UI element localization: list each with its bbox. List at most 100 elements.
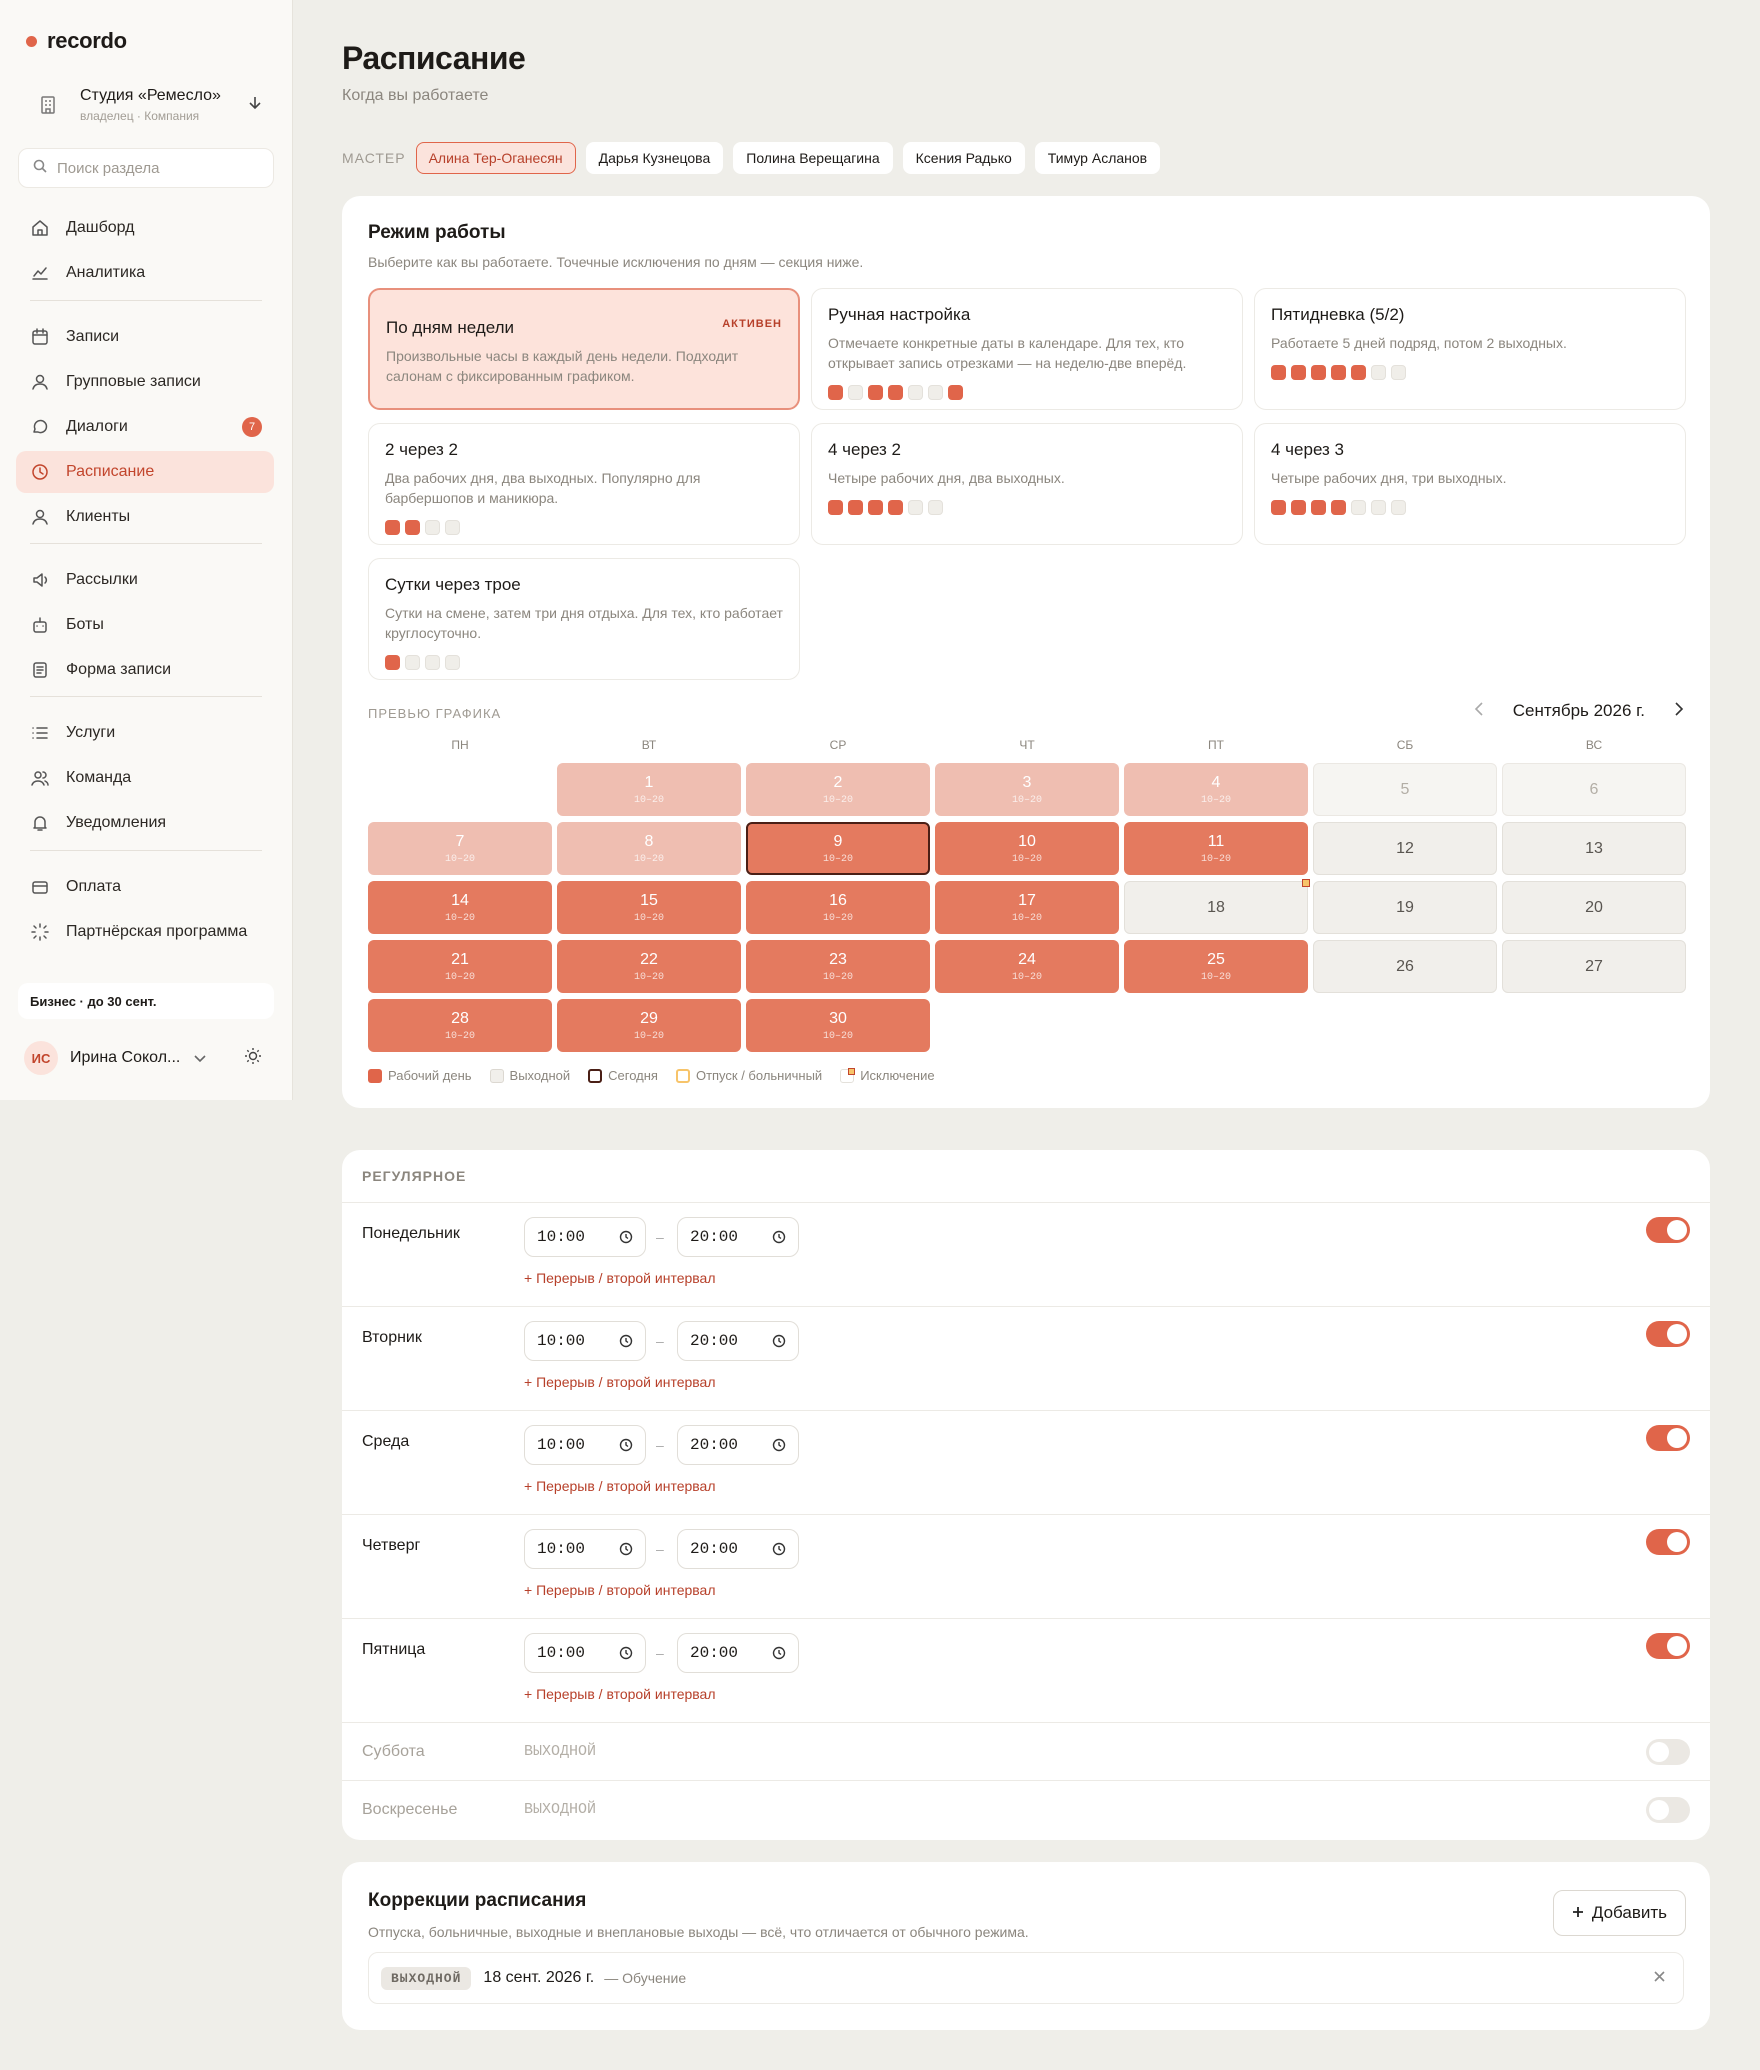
pattern-dot [908, 500, 923, 515]
day-toggle[interactable] [1646, 1425, 1690, 1451]
sidebar-item-services[interactable]: Услуги [16, 712, 274, 754]
calendar-day[interactable]: 16 10–20 [746, 881, 930, 934]
calendar-day[interactable]: 9 10–20 [746, 822, 930, 875]
calendar-day[interactable]: 29 10–20 [557, 999, 741, 1052]
calendar-day[interactable]: 19 [1313, 881, 1497, 934]
calendar-day[interactable]: 24 10–20 [935, 940, 1119, 993]
day-toggle[interactable] [1646, 1529, 1690, 1555]
calendar-day[interactable]: 26 [1313, 940, 1497, 993]
sidebar-search[interactable] [18, 148, 274, 188]
day-number: 3 [1022, 773, 1032, 791]
end-time-input[interactable]: 20:00 [677, 1321, 799, 1361]
add-break-link[interactable]: + Перерыв / второй интервал [524, 1374, 716, 1390]
calendar-day[interactable]: 20 [1502, 881, 1686, 934]
day-toggle[interactable] [1646, 1797, 1690, 1823]
day-toggle[interactable] [1646, 1321, 1690, 1347]
day-number: 20 [1585, 898, 1603, 916]
master-chip[interactable]: Дарья Кузнецова [585, 142, 724, 174]
start-time-input[interactable]: 10:00 [524, 1425, 646, 1465]
end-time-input[interactable]: 20:00 [677, 1425, 799, 1465]
add-break-link[interactable]: + Перерыв / второй интервал [524, 1478, 716, 1494]
add-break-link[interactable]: + Перерыв / второй интервал [524, 1582, 716, 1598]
day-toggle[interactable] [1646, 1217, 1690, 1243]
close-icon[interactable] [1654, 1969, 1665, 1987]
sidebar-item-clients[interactable]: Клиенты [16, 496, 274, 538]
start-time-input[interactable]: 10:00 [524, 1217, 646, 1257]
sidebar-item-dashboard[interactable]: Дашборд [16, 207, 274, 249]
sidebar-item-bots[interactable]: Боты [16, 604, 274, 646]
mode-option[interactable]: 4 через 3 Четыре рабочих дня, три выходны… [1254, 423, 1686, 545]
brand-logo[interactable]: recordo [26, 28, 127, 54]
end-time-input[interactable]: 20:00 [677, 1217, 799, 1257]
mode-option[interactable]: Пятидневка (5/2) Работаете 5 дней подряд,… [1254, 288, 1686, 410]
end-time-input[interactable]: 20:00 [677, 1633, 799, 1673]
calendar-day[interactable]: 5 [1313, 763, 1497, 816]
user-menu[interactable]: ИС Ирина Сокол... [24, 1038, 274, 1078]
mode-option[interactable]: 2 через 2 Два рабочих дня, два выходных. … [368, 423, 800, 545]
master-chip[interactable]: Ксения Радько [902, 142, 1025, 174]
sidebar-item-booking-form[interactable]: Форма записи [16, 649, 274, 691]
correction-item[interactable]: ВЫХОДНОЙ 18 сент. 2026 г. — Обучение [368, 1952, 1684, 2004]
start-time-input[interactable]: 10:00 [524, 1529, 646, 1569]
calendar-day[interactable]: 25 10–20 [1124, 940, 1308, 993]
weekday-name: Понедельник [362, 1225, 460, 1242]
next-month-icon[interactable] [1675, 700, 1684, 721]
calendar-day[interactable]: 4 10–20 [1124, 763, 1308, 816]
calendar-day[interactable]: 1 10–20 [557, 763, 741, 816]
calendar-day[interactable]: 10 10–20 [935, 822, 1119, 875]
sidebar-item-label: Оплата [66, 878, 122, 895]
add-break-link[interactable]: + Перерыв / второй интервал [524, 1270, 716, 1286]
sidebar-item-mailings[interactable]: Рассылки [16, 559, 274, 601]
calendar-day[interactable]: 22 10–20 [557, 940, 741, 993]
calendar-day[interactable]: 13 [1502, 822, 1686, 875]
calendar-day[interactable]: 28 10–20 [368, 999, 552, 1052]
sidebar-item-notifications[interactable]: Уведомления [16, 802, 274, 844]
mode-option[interactable]: 4 через 2 Четыре рабочих дня, два выходны… [811, 423, 1243, 545]
switch-arrow-icon [248, 96, 262, 115]
sidebar-item-payment[interactable]: Оплата [16, 866, 274, 908]
master-chip[interactable]: Тимур Асланов [1034, 142, 1161, 174]
sidebar-item-schedule[interactable]: Расписание [16, 451, 274, 493]
sidebar-item-team[interactable]: Команда [16, 757, 274, 799]
calendar-day[interactable]: 30 10–20 [746, 999, 930, 1052]
calendar-day[interactable]: 11 10–20 [1124, 822, 1308, 875]
sidebar-item-analytics[interactable]: Аналитика [16, 252, 274, 294]
calendar-day[interactable]: 12 [1313, 822, 1497, 875]
calendar-day[interactable]: 23 10–20 [746, 940, 930, 993]
calendar-day[interactable]: 3 10–20 [935, 763, 1119, 816]
add-correction-button[interactable]: Добавить [1552, 1890, 1686, 1936]
calendar-day[interactable]: 18 [1124, 879, 1310, 934]
calendar-day[interactable]: 15 10–20 [557, 881, 741, 934]
day-toggle[interactable] [1646, 1633, 1690, 1659]
pattern-dot [1271, 365, 1286, 380]
sidebar-item-group-records[interactable]: Групповые записи [16, 361, 274, 403]
pattern-dot [868, 500, 883, 515]
sun-icon[interactable] [244, 1047, 262, 1070]
prev-month-icon[interactable] [1474, 700, 1483, 721]
company-switcher[interactable]: Студия «Ремесло» владелец · Компания [18, 80, 274, 130]
calendar-day[interactable]: 6 [1502, 763, 1686, 816]
sidebar-item-dialogs[interactable]: Диалоги 7 [16, 406, 274, 448]
master-chip[interactable]: Алина Тер-Оганесян [415, 142, 576, 174]
mode-option[interactable]: АКТИВЕН По дням недели Произвольные часы в… [368, 288, 800, 410]
start-time-input[interactable]: 10:00 [524, 1633, 646, 1673]
sidebar-item-partner-program[interactable]: Партнёрская программа [16, 911, 274, 953]
end-time-value: 20:00 [690, 1436, 739, 1454]
calendar-day[interactable]: 7 10–20 [368, 822, 552, 875]
sidebar-item-records[interactable]: Записи [16, 316, 274, 358]
calendar-day[interactable]: 2 10–20 [746, 763, 930, 816]
calendar-day[interactable]: 8 10–20 [557, 822, 741, 875]
plan-badge[interactable]: Бизнес · до 30 сент. [18, 983, 274, 1019]
calendar-day[interactable]: 27 [1502, 940, 1686, 993]
day-toggle[interactable] [1646, 1739, 1690, 1765]
end-time-input[interactable]: 20:00 [677, 1529, 799, 1569]
calendar-day[interactable]: 21 10–20 [368, 940, 552, 993]
add-break-link[interactable]: + Перерыв / второй интервал [524, 1686, 716, 1702]
master-chip[interactable]: Полина Верещагина [733, 142, 893, 174]
mode-option[interactable]: Ручная настройка Отмечаете конкретные дат… [811, 288, 1243, 410]
calendar-day[interactable]: 17 10–20 [935, 881, 1119, 934]
calendar-day[interactable]: 14 10–20 [368, 881, 552, 934]
search-input[interactable] [57, 159, 257, 177]
mode-option[interactable]: Сутки через трое Сутки на смене, затем тр… [368, 558, 800, 680]
start-time-input[interactable]: 10:00 [524, 1321, 646, 1361]
